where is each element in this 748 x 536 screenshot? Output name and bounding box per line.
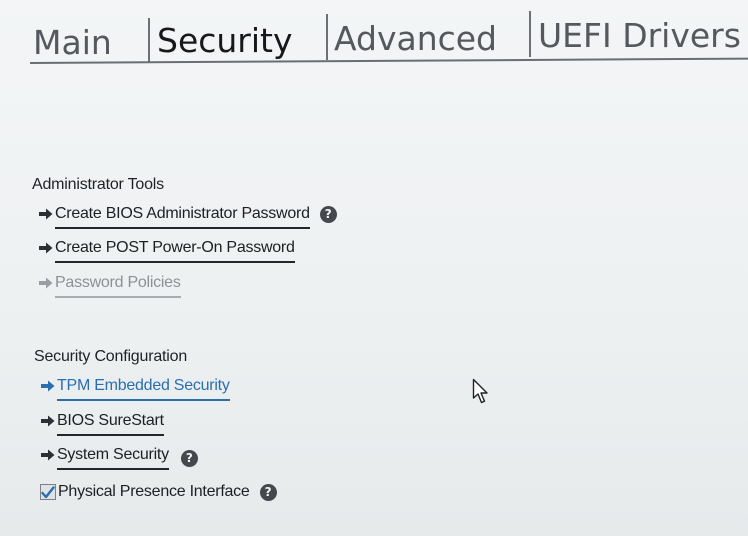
- tab-divider: [326, 14, 328, 60]
- bios-surestart-link[interactable]: BIOS SureStart: [39, 411, 164, 437]
- create-post-power-on-password-link[interactable]: Create POST Power-On Password: [37, 238, 295, 264]
- bios-surestart-label: BIOS SureStart: [57, 411, 164, 436]
- tab-security[interactable]: Security: [157, 18, 293, 64]
- physical-presence-interface-label: Physical Presence Interface: [58, 483, 250, 500]
- tpm-embedded-security-label: TPM Embedded Security: [57, 376, 230, 401]
- system-security-label: System Security: [57, 445, 169, 470]
- password-policies-label: Password Policies: [55, 273, 181, 298]
- password-policies-link: Password Policies: [37, 273, 181, 299]
- tab-divider: [148, 18, 150, 62]
- arrow-right-icon: [37, 204, 55, 224]
- tab-divider: [529, 11, 531, 57]
- administrator-tools-heading: Administrator Tools: [32, 176, 164, 193]
- create-bios-admin-password-link[interactable]: Create BIOS Administrator Password ?: [37, 204, 337, 230]
- tab-main[interactable]: Main: [33, 20, 112, 66]
- security-configuration-heading: Security Configuration: [34, 348, 188, 365]
- system-security-link[interactable]: System Security ?: [39, 445, 198, 471]
- create-post-power-on-password-label: Create POST Power-On Password: [55, 238, 295, 263]
- arrow-right-icon: [37, 238, 55, 258]
- arrow-right-icon: [39, 376, 57, 396]
- create-bios-admin-password-label: Create BIOS Administrator Password: [55, 204, 310, 229]
- tab-advanced[interactable]: Advanced: [334, 16, 497, 62]
- arrow-right-icon: [39, 411, 57, 431]
- physical-presence-interface-checkbox[interactable]: [40, 484, 56, 500]
- arrow-right-icon: [39, 445, 57, 465]
- help-icon[interactable]: ?: [319, 206, 337, 223]
- checkmark-icon: [41, 485, 55, 498]
- mouse-pointer-icon: [472, 378, 488, 404]
- arrow-right-icon: [37, 273, 55, 293]
- help-icon[interactable]: ?: [180, 450, 198, 467]
- physical-presence-interface-row[interactable]: Physical Presence Interface ?: [40, 483, 277, 501]
- tab-uefi-drivers[interactable]: UEFI Drivers: [538, 13, 741, 59]
- tpm-embedded-security-link[interactable]: TPM Embedded Security: [39, 376, 230, 402]
- tab-bar: Main Security Advanced UEFI Drivers: [0, 0, 748, 70]
- help-icon[interactable]: ?: [259, 483, 277, 501]
